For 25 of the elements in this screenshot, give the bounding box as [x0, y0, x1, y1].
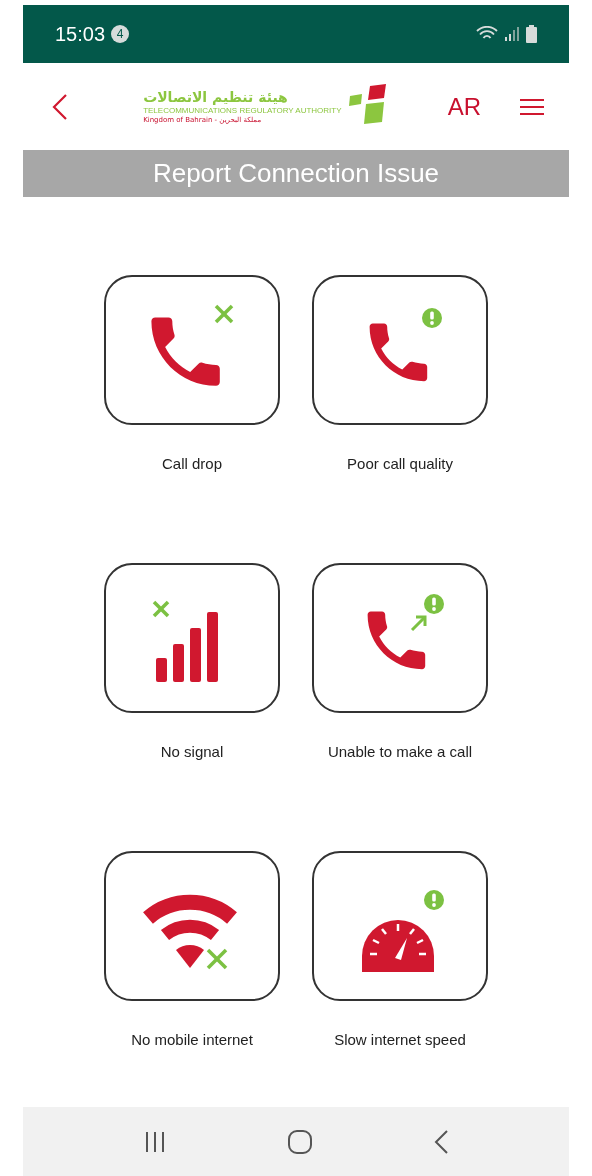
logo-arabic-name: هيئة تنظيم الاتصالات: [143, 88, 288, 106]
recent-apps-icon[interactable]: [144, 1131, 166, 1152]
notification-count: 4: [111, 25, 130, 43]
menu-icon: [520, 97, 544, 116]
issue-label: Unable to make a call: [327, 743, 473, 761]
issue-label: No signal: [160, 743, 224, 761]
issue-tile[interactable]: [312, 851, 488, 1001]
issue-label: Poor call quality: [347, 455, 453, 473]
issue-label: No mobile internet: [131, 1031, 253, 1049]
issue-tile[interactable]: [312, 275, 488, 425]
issue-tile[interactable]: [312, 563, 488, 713]
issue-label: Slow internet speed: [334, 1031, 466, 1049]
back-icon: [52, 93, 68, 120]
logo-english-name: TELECOMMUNICATIONS REGULATORY AUTHORITY: [143, 106, 342, 116]
issue-tile[interactable]: [104, 275, 280, 425]
signal-icon: [504, 26, 520, 42]
battery-icon: [526, 25, 537, 43]
issue-tile[interactable]: [104, 851, 280, 1001]
issue-label: Call drop: [162, 455, 222, 473]
home-icon[interactable]: [288, 1129, 312, 1154]
language-button[interactable]: AR: [441, 88, 487, 125]
clock-time: 15:03: [55, 22, 106, 47]
back-icon[interactable]: [434, 1129, 448, 1154]
issue-tile[interactable]: [104, 563, 280, 713]
page-title: Report Connection Issue: [152, 157, 440, 190]
